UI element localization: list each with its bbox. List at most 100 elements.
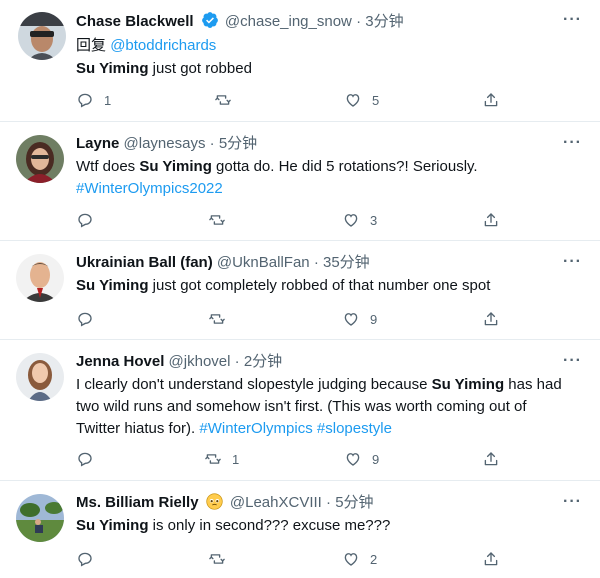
handle[interactable]: @laynesays bbox=[124, 135, 206, 152]
reply-button[interactable] bbox=[76, 548, 104, 570]
hashtag-link[interactable]: #WinterOlympics2022 bbox=[76, 180, 223, 197]
avatar-image bbox=[16, 494, 64, 542]
share-icon bbox=[484, 452, 498, 466]
tweet-text: Su Yiming is only in second??? excuse me… bbox=[76, 516, 390, 536]
reply-button[interactable]: 1 bbox=[76, 89, 111, 111]
tweet-text-pre: I clearly don't understand slopestyle ju… bbox=[76, 376, 432, 393]
reply-icon bbox=[78, 93, 92, 108]
like-count: 2 bbox=[370, 551, 378, 567]
tweet-text-rest: just got completely robbed of that numbe… bbox=[148, 277, 491, 294]
tweet-text-line-3: Twitter hiatus for). #WinterOlympics #sl… bbox=[76, 419, 392, 439]
mention-link[interactable]: @btoddrichards bbox=[110, 37, 216, 54]
handle[interactable]: @UknBallFan bbox=[217, 254, 310, 271]
timestamp[interactable]: 5分钟 bbox=[219, 135, 257, 152]
tweet-text-line-2: two wild runs and somehow isn't first. (… bbox=[76, 398, 527, 415]
heart-icon bbox=[344, 553, 358, 566]
reply-button[interactable] bbox=[76, 448, 104, 470]
timestamp[interactable]: 2分钟 bbox=[244, 353, 282, 370]
like-button[interactable]: 5 bbox=[344, 89, 379, 111]
more-options-button[interactable]: ··· bbox=[563, 134, 582, 152]
reply-context: 回复 @btoddrichards bbox=[76, 36, 216, 56]
retweet-count: 1 bbox=[232, 451, 240, 467]
tweet[interactable]: Ukrainian Ball (fan) @UknBallFan · 35分钟 … bbox=[0, 242, 600, 340]
reply-button[interactable] bbox=[76, 308, 104, 330]
retweet-button[interactable] bbox=[208, 548, 236, 570]
avatar[interactable] bbox=[16, 353, 64, 401]
tweet[interactable]: Ms. Billiam Rielly @LeahXCVIII · 5分钟 ···… bbox=[0, 482, 600, 578]
share-icon bbox=[484, 93, 498, 107]
tweet[interactable]: Jenna Hovel @jkhovel · 2分钟 ··· I clearly… bbox=[0, 341, 600, 481]
like-count: 9 bbox=[372, 451, 380, 467]
avatar[interactable] bbox=[16, 254, 64, 302]
handle[interactable]: @jkhovel bbox=[169, 353, 231, 370]
display-name[interactable]: Chase Blackwell bbox=[76, 13, 194, 30]
display-name[interactable]: Layne bbox=[76, 135, 119, 152]
hashtag-link[interactable]: #slopestyle bbox=[317, 420, 392, 437]
share-button[interactable] bbox=[482, 448, 500, 470]
reply-icon bbox=[78, 213, 92, 228]
like-count: 5 bbox=[372, 92, 380, 108]
display-name[interactable]: Jenna Hovel bbox=[76, 353, 164, 370]
hashtag-link[interactable]: #WinterOlympics bbox=[199, 420, 312, 437]
more-options-button[interactable]: ··· bbox=[563, 493, 582, 511]
handle[interactable]: @LeahXCVIII bbox=[230, 494, 322, 511]
more-options-button[interactable]: ··· bbox=[563, 253, 582, 271]
more-options-button[interactable]: ··· bbox=[563, 11, 582, 29]
avatar-image bbox=[16, 135, 64, 183]
share-button[interactable] bbox=[482, 209, 500, 231]
retweet-button[interactable] bbox=[208, 209, 236, 231]
avatar[interactable] bbox=[16, 135, 64, 183]
heart-icon bbox=[344, 313, 358, 326]
verified-badge-icon bbox=[201, 12, 218, 28]
separator-dot: · bbox=[209, 135, 215, 152]
pleading-face-emoji-icon bbox=[206, 493, 223, 510]
tweet-text: Su Yiming just got robbed bbox=[76, 59, 252, 79]
reply-icon bbox=[78, 312, 92, 327]
like-button[interactable]: 9 bbox=[344, 448, 379, 470]
avatar-image bbox=[16, 353, 64, 401]
tweet-header: Jenna Hovel @jkhovel · 2分钟 bbox=[76, 352, 282, 372]
separator-dot: · bbox=[234, 353, 240, 370]
share-button[interactable] bbox=[482, 89, 500, 111]
tweet-text-post: has had bbox=[504, 376, 562, 393]
display-name[interactable]: Ms. Billiam Rielly bbox=[76, 494, 199, 511]
tweet-header: Layne @laynesays · 5分钟 bbox=[76, 134, 257, 154]
retweet-button[interactable] bbox=[208, 308, 236, 330]
share-icon bbox=[484, 552, 498, 566]
tweet[interactable]: Layne @laynesays · 5分钟 ··· Wtf does Su Y… bbox=[0, 123, 600, 241]
timestamp[interactable]: 35分钟 bbox=[323, 254, 370, 271]
like-button[interactable]: 2 bbox=[342, 548, 377, 570]
action-bar: 1 9 bbox=[76, 448, 536, 472]
action-bar: 2 bbox=[76, 548, 536, 572]
tweet[interactable]: Chase Blackwell @chase_ing_snow · 3分钟 ··… bbox=[0, 0, 600, 122]
retweet-button[interactable]: 1 bbox=[204, 448, 239, 470]
reply-icon bbox=[78, 552, 92, 567]
tweet-text-rest: just got robbed bbox=[148, 60, 252, 77]
action-bar: 1 5 bbox=[76, 89, 536, 113]
share-button[interactable] bbox=[482, 548, 500, 570]
heart-icon bbox=[344, 214, 358, 227]
tweet-header: Chase Blackwell @chase_ing_snow · 3分钟 bbox=[76, 11, 404, 32]
timestamp[interactable]: 5分钟 bbox=[335, 494, 373, 511]
like-count: 3 bbox=[370, 212, 378, 228]
share-button[interactable] bbox=[482, 308, 500, 330]
more-options-button[interactable]: ··· bbox=[563, 352, 582, 370]
action-bar: 9 bbox=[76, 308, 536, 332]
timestamp[interactable]: 3分钟 bbox=[365, 13, 403, 30]
avatar[interactable] bbox=[18, 12, 66, 60]
reply-button[interactable] bbox=[76, 209, 104, 231]
avatar[interactable] bbox=[16, 494, 64, 542]
handle[interactable]: @chase_ing_snow bbox=[225, 13, 352, 30]
separator-dot: · bbox=[356, 13, 362, 30]
retweet-icon bbox=[205, 454, 221, 464]
bold-name: Su Yiming bbox=[431, 376, 505, 393]
like-button[interactable]: 9 bbox=[342, 308, 377, 330]
retweet-button[interactable] bbox=[214, 89, 242, 111]
share-icon bbox=[484, 312, 498, 326]
reply-icon bbox=[78, 452, 92, 467]
avatar-image bbox=[18, 12, 66, 60]
separator-dot: · bbox=[313, 254, 319, 271]
like-button[interactable]: 3 bbox=[342, 209, 377, 231]
retweet-icon bbox=[215, 95, 231, 105]
display-name[interactable]: Ukrainian Ball (fan) bbox=[76, 254, 213, 271]
